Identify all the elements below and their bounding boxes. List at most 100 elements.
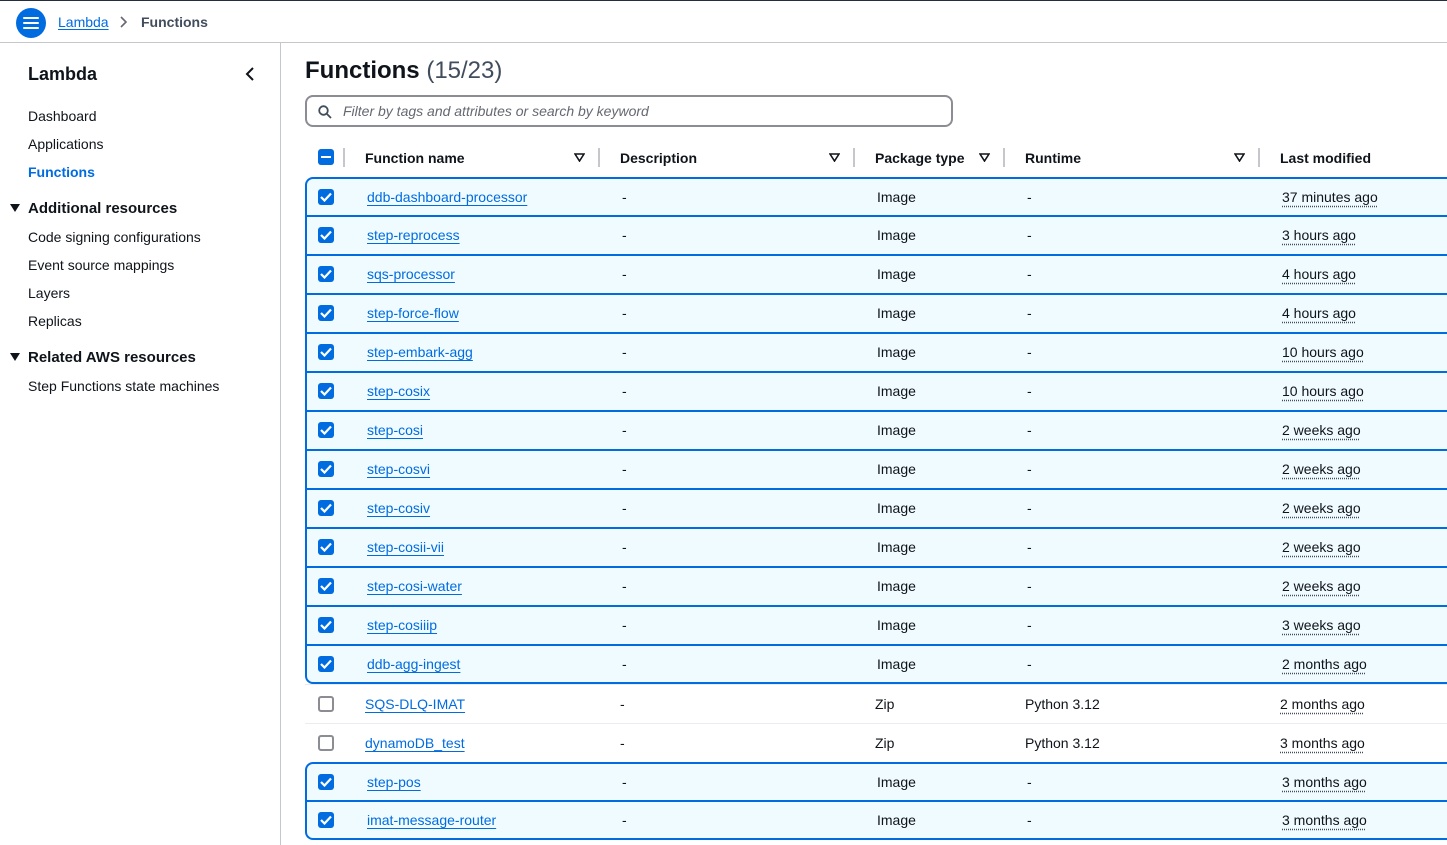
page-title: Functions (15/23): [305, 57, 502, 85]
section-title: Additional resources: [28, 200, 178, 217]
chevron-left-icon[interactable]: [243, 66, 257, 82]
table-row[interactable]: step-cosi - Image - 2 weeks ago: [305, 411, 1447, 450]
search-input[interactable]: [343, 101, 943, 121]
table-row[interactable]: sqs-processor - Image - 4 hours ago: [305, 255, 1447, 294]
checkmark-icon: [320, 581, 332, 591]
row-checkbox[interactable]: [318, 735, 334, 751]
row-checkbox[interactable]: [318, 383, 334, 399]
row-checkbox[interactable]: [318, 422, 334, 438]
sidebar-item-event-source-mappings[interactable]: Event source mappings: [28, 257, 174, 273]
caret-down-icon: [10, 204, 20, 212]
table-row[interactable]: step-cosix - Image - 10 hours ago: [305, 372, 1447, 411]
description-cell: -: [622, 344, 627, 360]
sidebar-item-code-signing[interactable]: Code signing configurations: [28, 229, 201, 245]
row-checkbox[interactable]: [318, 500, 334, 516]
row-checkbox[interactable]: [318, 227, 334, 243]
function-name-link[interactable]: step-cosix: [367, 383, 430, 399]
package-type-cell: Image: [877, 227, 916, 243]
function-name-link[interactable]: step-reprocess: [367, 227, 460, 243]
package-type-cell: Image: [877, 461, 916, 477]
function-name-link[interactable]: step-embark-agg: [367, 344, 473, 360]
row-checkbox[interactable]: [318, 539, 334, 555]
select-all-checkbox[interactable]: [318, 149, 334, 165]
runtime-cell: -: [1027, 656, 1032, 672]
section-related-aws-resources[interactable]: Related AWS resources: [10, 349, 196, 366]
row-checkbox[interactable]: [318, 617, 334, 633]
table-row[interactable]: step-cosiv - Image - 2 weeks ago: [305, 489, 1447, 528]
column-header-function-name[interactable]: Function name: [365, 150, 465, 166]
table-row[interactable]: step-cosii-vii - Image - 2 weeks ago: [305, 528, 1447, 567]
description-cell: -: [622, 774, 627, 790]
description-cell: -: [622, 500, 627, 516]
function-name-link[interactable]: step-cosiv: [367, 500, 430, 516]
menu-button[interactable]: [16, 8, 46, 38]
sidebar-item-layers[interactable]: Layers: [28, 285, 70, 301]
function-name-link[interactable]: step-cosii-vii: [367, 539, 444, 555]
row-checkbox[interactable]: [318, 774, 334, 790]
function-name-link[interactable]: SQS-DLQ-IMAT: [365, 696, 465, 712]
column-header-runtime[interactable]: Runtime: [1025, 150, 1081, 166]
sidebar-item-replicas[interactable]: Replicas: [28, 313, 82, 329]
row-checkbox[interactable]: [318, 461, 334, 477]
table-row[interactable]: step-force-flow - Image - 4 hours ago: [305, 294, 1447, 333]
section-additional-resources[interactable]: Additional resources: [10, 200, 177, 217]
table-row[interactable]: step-pos - Image - 3 months ago: [305, 762, 1447, 801]
table-row[interactable]: step-cosvi - Image - 2 weeks ago: [305, 450, 1447, 489]
column-divider[interactable]: [1003, 148, 1005, 167]
column-header-last-modified[interactable]: Last modified: [1280, 150, 1371, 166]
function-name-link[interactable]: step-cosi: [367, 422, 423, 438]
sort-triangle-icon[interactable]: [1234, 153, 1245, 162]
column-header-description[interactable]: Description: [620, 150, 697, 166]
table-row[interactable]: step-reprocess - Image - 3 hours ago: [305, 216, 1447, 255]
function-name-link[interactable]: step-cosiiip: [367, 617, 437, 633]
runtime-cell: -: [1027, 539, 1032, 555]
function-name-link[interactable]: step-force-flow: [367, 305, 459, 321]
function-name-link[interactable]: ddb-agg-ingest: [367, 656, 460, 672]
table-row[interactable]: ddb-dashboard-processor - Image - 37 minutes…: [305, 177, 1447, 216]
row-checkbox[interactable]: [318, 305, 334, 321]
last-modified-cell: 10 hours ago: [1282, 344, 1364, 360]
table-row[interactable]: step-cosi-water - Image - 2 weeks ago: [305, 567, 1447, 606]
function-name-link[interactable]: step-cosvi: [367, 461, 430, 477]
sidebar-item-applications[interactable]: Applications: [28, 136, 104, 152]
column-header-package-type[interactable]: Package type: [875, 150, 965, 166]
column-divider[interactable]: [853, 148, 855, 167]
sort-triangle-icon[interactable]: [979, 153, 990, 162]
row-checkbox[interactable]: [318, 812, 334, 828]
last-modified-cell: 4 hours ago: [1282, 305, 1356, 321]
column-divider[interactable]: [1258, 148, 1260, 167]
row-checkbox[interactable]: [318, 578, 334, 594]
checkmark-icon: [320, 308, 332, 318]
row-checkbox[interactable]: [318, 696, 334, 712]
function-name-link[interactable]: step-pos: [367, 774, 421, 790]
page-title-text: Functions: [305, 57, 420, 84]
row-checkbox[interactable]: [318, 189, 334, 205]
sort-triangle-icon[interactable]: [829, 153, 840, 162]
table-row[interactable]: step-cosiiip - Image - 3 weeks ago: [305, 606, 1447, 645]
sidebar-item-step-functions[interactable]: Step Functions state machines: [28, 378, 219, 394]
description-cell: -: [622, 227, 627, 243]
row-checkbox[interactable]: [318, 266, 334, 282]
column-divider[interactable]: [598, 148, 600, 167]
sidebar-item-functions[interactable]: Functions: [28, 164, 95, 180]
breadcrumb-lambda-link[interactable]: Lambda: [58, 14, 109, 30]
row-checkbox[interactable]: [318, 344, 334, 360]
function-name-link[interactable]: imat-message-router: [367, 812, 496, 828]
package-type-cell: Zip: [875, 735, 895, 751]
table-header: Function name Description Package type R…: [305, 140, 1447, 177]
function-name-link[interactable]: ddb-dashboard-processor: [367, 189, 527, 205]
function-name-link[interactable]: step-cosi-water: [367, 578, 462, 594]
function-name-link[interactable]: dynamoDB_test: [365, 735, 465, 751]
function-name-link[interactable]: sqs-processor: [367, 266, 455, 282]
table-row[interactable]: ddb-agg-ingest - Image - 2 months ago: [305, 645, 1447, 684]
table-row[interactable]: SQS-DLQ-IMAT - Zip Python 3.12 2 months ago: [305, 684, 1447, 723]
checkmark-icon: [320, 659, 332, 669]
table-row[interactable]: imat-message-router - Image - 3 months ago: [305, 801, 1447, 840]
description-cell: -: [622, 461, 627, 477]
table-row[interactable]: step-embark-agg - Image - 10 hours ago: [305, 333, 1447, 372]
row-checkbox[interactable]: [318, 656, 334, 672]
runtime-cell: -: [1027, 578, 1032, 594]
table-row[interactable]: dynamoDB_test - Zip Python 3.12 3 months ago: [305, 723, 1447, 762]
sort-triangle-icon[interactable]: [574, 153, 585, 162]
sidebar-item-dashboard[interactable]: Dashboard: [28, 108, 97, 124]
